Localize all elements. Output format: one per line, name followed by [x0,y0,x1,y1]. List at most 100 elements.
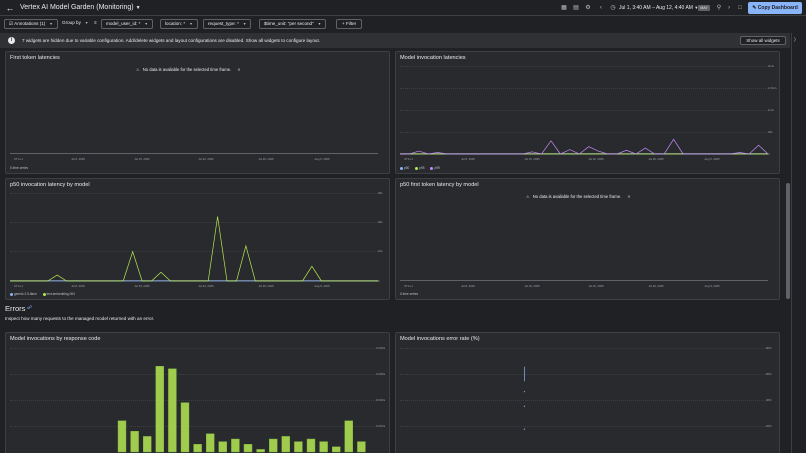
x-tick: Jul 15, 2025 [524,284,540,288]
bar[interactable] [332,446,341,453]
bar[interactable] [142,436,152,453]
filter-chip-location[interactable]: location: * ▼ [160,19,198,29]
top-bar: ← Vertex AI Model Garden (Monitoring) ▼ ▦… [0,0,806,16]
chevron-down-icon: ▼ [189,22,193,26]
add-filter-button[interactable]: + Filter [336,19,363,29]
back-arrow-icon[interactable]: ← [5,3,15,13]
chart-title: Model invocations error rate (%) [400,336,480,342]
legend-swatch [42,292,46,296]
dashboard-title[interactable]: Vertex AI Model Garden (Monitoring) ▼ [20,3,141,13]
pencil-icon: ✎ [752,5,757,11]
chart-title: p50 first token latency by model [400,182,479,188]
link-icon[interactable]: ☍ [27,305,32,311]
x-tick: Jul 22, 2025 [198,284,214,288]
y-tick: 20% [766,424,772,428]
x-tick: Jul 8, 2025 [461,157,475,161]
legend-swatch [415,166,419,170]
dashboard-icon[interactable]: ▦ [560,4,568,12]
error-point[interactable] [523,391,526,393]
bar[interactable] [205,433,215,453]
plot-area [10,193,378,282]
y-tick: 10s [378,249,383,253]
bar[interactable] [180,402,190,453]
filter-chip-model-user-id[interactable]: model_user_id: * ▼ [101,19,153,29]
chart-title: p50 invocation latency by model [10,182,90,188]
p50-lines [10,216,378,282]
filter-chip-request-type[interactable]: request_type: * ▼ [203,19,252,29]
y-tick: 0.004/s [376,346,386,350]
bar[interactable] [218,441,228,453]
bar[interactable] [193,443,202,453]
copy-dashboard-label: Copy Dashboard [757,5,798,11]
settings-icon[interactable]: ⚙ [584,4,592,12]
plot-area [400,193,768,281]
series-line-p99[interactable] [400,138,769,155]
plus-icon: + [342,21,345,26]
bar[interactable] [256,449,265,453]
bar[interactable] [231,438,240,453]
bar[interactable] [117,420,127,453]
chart-card-p50-invocation-latency: p50 invocation latency by model 30s 20s … [5,178,390,300]
bar[interactable] [155,366,165,453]
chevron-down-icon: ▼ [135,5,141,11]
chevron-left-icon[interactable]: ‹ [597,4,605,12]
fullscreen-icon[interactable]: □ [736,4,744,12]
legend-swatch [400,166,403,170]
show-all-widgets-button[interactable]: Show all widgets [740,36,786,45]
legend-item-gemini[interactable]: gemini-2.5-flash [10,292,37,296]
chip-label: request_type: * [208,21,239,26]
expand-panel-icon[interactable]: ⟩ [794,37,796,43]
chevron-right-icon[interactable]: › [725,4,733,12]
bar[interactable] [357,441,366,453]
timezone-chip[interactable]: MAY [698,5,710,11]
y-tick: 20s [378,220,383,224]
bar[interactable] [168,368,177,453]
x-tick: UTC+1 [14,157,23,161]
annotations-label: Annotations (1) [14,21,46,26]
chart-card-first-token-latencies: First token latencies ⚠ No data is availa… [5,51,390,174]
bar[interactable] [306,438,316,453]
date-range-selector[interactable]: Jul 1, 3:40 AM – Aug 12, 4:40 AM ▼ [619,3,698,13]
bar[interactable] [319,441,328,453]
legend-label: p99 [434,166,440,170]
legend-item-p99[interactable]: p99 [430,166,440,170]
bar[interactable] [243,443,253,453]
series-count: 0 time series [10,166,29,170]
x-tick: Jul 15, 2025 [524,157,540,161]
legend-item-p50[interactable]: p50 [400,166,409,170]
bar[interactable] [281,436,290,453]
copy-dashboard-button[interactable]: ✎ Copy Dashboard [748,2,802,14]
error-point[interactable] [523,428,526,430]
plot-area [10,66,378,154]
bar[interactable] [294,441,303,453]
x-tick: Jul 8, 2025 [71,157,85,161]
x-tick: Jul 15, 2025 [134,284,150,288]
legend: p50 p95 p99 [400,166,445,170]
chart-title: Model invocation latencies [400,55,466,61]
scrollbar-thumb[interactable] [786,183,790,299]
bar[interactable] [269,438,278,453]
right-panel [791,33,806,453]
legend-item-text-embedding[interactable]: text-embedding-004 [42,292,75,296]
x-tick: Jul 8, 2025 [461,284,475,288]
annotations-toggle[interactable]: ☑ Annotations (1) ▼ [4,19,58,29]
bar[interactable] [344,420,353,453]
calendar-icon[interactable]: ▤ [572,4,580,12]
x-tick: Aug 5, 2025 [704,157,720,161]
chevron-down-icon: ▼ [317,22,322,26]
chart-card-invocations-by-response-code: Model invocations by response code 0.004… [5,332,390,453]
chip-label: location: * [165,21,186,26]
series-line-text-embedding-004[interactable] [10,216,378,282]
filter-icon[interactable]: ≡ [90,19,101,29]
chip-label: model_user_id: * [106,21,141,26]
zoom-icon[interactable]: ⚲ [715,4,723,12]
group-by-button[interactable]: Group by ▼ [58,19,92,29]
response-code-bars [117,366,366,453]
bar[interactable] [130,430,139,453]
error-point[interactable] [523,405,526,407]
y-tick: 30s [768,130,773,134]
legend-item-p95[interactable]: p95 [415,166,425,170]
filter-chip-time-unit[interactable]: $time_unit: "per second" ▼ [259,19,327,29]
chart-title: Model invocations by response code [10,336,101,342]
hidden-widgets-banner: i 7 widgets are hidden due to variable c… [0,33,790,48]
